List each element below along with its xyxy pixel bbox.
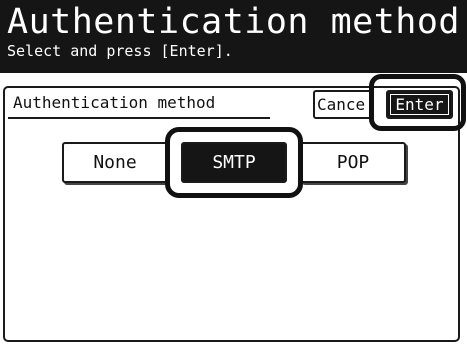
enter-highlight-ring: [369, 74, 466, 131]
option-none-button[interactable]: None: [62, 142, 168, 183]
option-pop-button[interactable]: POP: [300, 142, 406, 183]
page-subtitle: Select and press [Enter].: [7, 42, 233, 60]
page-title: Authentication method: [7, 2, 461, 42]
smtp-highlight-ring: [165, 127, 303, 198]
panel-divider: [8, 117, 270, 119]
panel-label: Authentication method: [13, 93, 216, 112]
cancel-button[interactable]: Cance: [313, 90, 374, 119]
header-bar: Authentication method Select and press […: [0, 0, 467, 73]
